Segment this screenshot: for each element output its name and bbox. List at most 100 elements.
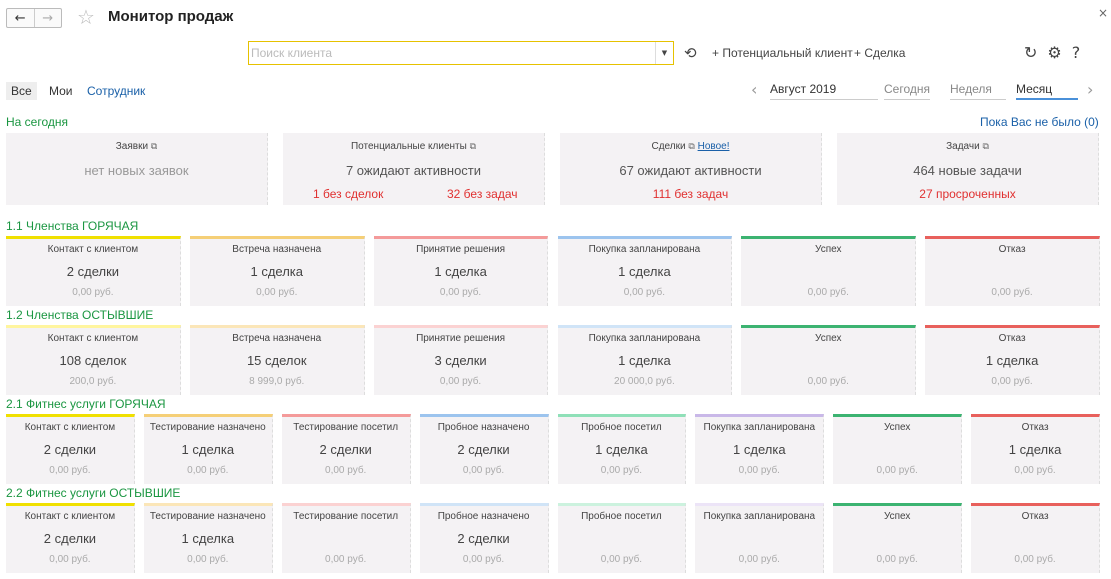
- stage-count: 2 сделки: [319, 442, 372, 457]
- open-icon[interactable]: ⧉: [688, 141, 694, 151]
- stage-sum: 0,00 руб.: [991, 376, 1033, 387]
- stage-count: 1 сделка: [618, 353, 671, 368]
- no-deals-link[interactable]: 1 без сделок: [313, 187, 383, 201]
- stage-name: Успех: [815, 244, 842, 255]
- gear-icon[interactable]: ⚙: [1047, 43, 1061, 62]
- favorite-star-icon[interactable]: ☆: [77, 5, 95, 29]
- stage-card[interactable]: Встреча назначена 15 сделок 8 999,0 руб.: [189, 325, 365, 395]
- open-icon[interactable]: ⧉: [982, 141, 988, 151]
- stage-count: 1 сделка: [733, 442, 786, 457]
- stage-card[interactable]: Успех 0,00 руб.: [833, 503, 963, 573]
- period-prev-icon[interactable]: ‹: [751, 80, 757, 99]
- nav-buttons: ← →: [6, 8, 62, 28]
- stage-count: 15 сделок: [246, 353, 307, 368]
- potential-clients-card[interactable]: Потенциальные клиенты ⧉ 7 ожидают активн…: [283, 133, 545, 205]
- stage-name: Тестирование посетил: [293, 422, 399, 433]
- overdue-link[interactable]: 27 просроченных: [837, 187, 1098, 201]
- stage-name: Успех: [883, 422, 911, 433]
- stage-card[interactable]: Покупка запланирована 1 сделка 0,00 руб.: [695, 414, 825, 484]
- stage-card[interactable]: Тестирование посетил 2 сделки 0,00 руб.: [281, 414, 411, 484]
- last-visit-link[interactable]: Пока Вас не было (0): [980, 115, 1099, 129]
- client-search: ▼: [248, 41, 674, 65]
- stage-card[interactable]: Успех 0,00 руб.: [833, 414, 963, 484]
- search-input[interactable]: [251, 44, 653, 62]
- stage-card[interactable]: Покупка запланирована 1 сделка 0,00 руб.: [557, 236, 733, 306]
- stage-sum: 0,00 руб.: [807, 376, 849, 387]
- stage-sum: 0,00 руб.: [600, 465, 643, 476]
- open-icon[interactable]: ⧉: [151, 141, 157, 151]
- deals-card[interactable]: Сделки ⧉ Новое! 67 ожидают активности 11…: [560, 133, 822, 205]
- period-today[interactable]: Сегодня: [884, 82, 930, 100]
- add-lead-link[interactable]: + Потенциальный клиент: [712, 46, 853, 60]
- filter-employee[interactable]: Сотрудник: [82, 82, 150, 100]
- stage-card[interactable]: Отказ 1 сделка 0,00 руб.: [925, 325, 1100, 395]
- stage-sum: 0,00 руб.: [325, 554, 367, 565]
- stage-name: Покупка запланирована: [703, 511, 816, 522]
- stage-sum: 0,00 руб.: [462, 554, 505, 565]
- stage-card[interactable]: Принятие решения 3 сделки 0,00 руб.: [373, 325, 549, 395]
- filter-all[interactable]: Все: [6, 82, 37, 100]
- card-title: Задачи: [946, 141, 980, 152]
- stage-sum: 0,00 руб.: [439, 376, 482, 387]
- refresh-icon[interactable]: ↻: [1024, 43, 1037, 62]
- close-icon[interactable]: ×: [1098, 6, 1108, 20]
- stage-sum: 20 000,0 руб.: [614, 376, 675, 387]
- stage-name: Принятие решения: [416, 333, 506, 344]
- toolbar-icons: ↻ ⚙ ?: [1024, 43, 1080, 62]
- card-title: Сделки: [651, 141, 686, 152]
- stage-sum: 0,00 руб.: [876, 554, 918, 565]
- stage-count: 2 сделки: [43, 442, 97, 457]
- card-value: 464 новые задачи: [913, 163, 1022, 178]
- stage-card[interactable]: Контакт с клиентом 108 сделок 200,0 руб.: [6, 325, 181, 395]
- leads-card[interactable]: Заявки ⧉ нет новых заявок: [6, 133, 268, 205]
- history-icon[interactable]: ⟲: [684, 44, 697, 62]
- stage-sum: 0,00 руб.: [462, 465, 505, 476]
- stage-card[interactable]: Отказ 0,00 руб.: [925, 236, 1100, 306]
- stage-count: 3 сделки: [434, 353, 487, 368]
- back-button[interactable]: ←: [7, 9, 34, 27]
- stage-count: 2 сделки: [457, 442, 510, 457]
- stage-card[interactable]: Покупка запланирована 0,00 руб.: [695, 503, 825, 573]
- no-tasks-link[interactable]: 32 без задач: [447, 187, 518, 201]
- add-deal-link[interactable]: + Сделка: [854, 46, 905, 60]
- stage-sum: 0,00 руб.: [876, 465, 918, 476]
- stage-card[interactable]: Отказ 0,00 руб.: [971, 503, 1100, 573]
- stage-sum: 0,00 руб.: [187, 465, 229, 476]
- period-month-field[interactable]: Август 2019: [770, 82, 878, 100]
- period-month[interactable]: Месяц: [1016, 82, 1078, 100]
- stage-card[interactable]: Пробное назначено 2 сделки 0,00 руб.: [419, 414, 549, 484]
- stage-sum: 200,0 руб.: [69, 376, 117, 387]
- stage-name: Контакт с клиентом: [24, 422, 116, 433]
- stage-card[interactable]: Пробное посетил 0,00 руб.: [557, 503, 687, 573]
- stage-card[interactable]: Контакт с клиентом 2 сделки 0,00 руб.: [6, 236, 181, 306]
- stage-sum: 8 999,0 руб.: [249, 376, 305, 387]
- stage-card[interactable]: Успех 0,00 руб.: [741, 236, 917, 306]
- period-week[interactable]: Неделя: [950, 82, 1006, 100]
- stage-count: 1 сделка: [181, 531, 235, 546]
- stage-card[interactable]: Пробное назначено 2 сделки 0,00 руб.: [419, 503, 549, 573]
- stage-card[interactable]: Встреча назначена 1 сделка 0,00 руб.: [189, 236, 365, 306]
- new-link[interactable]: Новое!: [698, 141, 730, 152]
- card-title: Потенциальные клиенты: [350, 141, 467, 152]
- stage-name: Тестирование посетил: [293, 511, 399, 522]
- stage-card[interactable]: Контакт с клиентом 2 сделки 0,00 руб.: [6, 503, 135, 573]
- stage-card[interactable]: Контакт с клиентом 2 сделки 0,00 руб.: [6, 414, 135, 484]
- open-icon[interactable]: ⧉: [470, 141, 476, 151]
- stage-name: Тестирование назначено: [149, 422, 266, 433]
- stage-card[interactable]: Пробное посетил 1 сделка 0,00 руб.: [557, 414, 687, 484]
- stage-sum: 0,00 руб.: [1014, 554, 1056, 565]
- period-next-icon[interactable]: ›: [1087, 80, 1093, 99]
- no-tasks-link[interactable]: 111 без задач: [560, 187, 821, 201]
- stage-card[interactable]: Тестирование посетил 0,00 руб.: [281, 503, 411, 573]
- stage-card[interactable]: Тестирование назначено 1 сделка 0,00 руб.: [143, 414, 273, 484]
- tasks-card[interactable]: Задачи ⧉ 464 новые задачи 27 просроченны…: [837, 133, 1099, 205]
- filter-mine[interactable]: Мои: [44, 82, 78, 100]
- stage-card[interactable]: Покупка запланирована 1 сделка 20 000,0 ру…: [557, 325, 733, 395]
- stage-card[interactable]: Успех 0,00 руб.: [741, 325, 917, 395]
- search-dropdown-button[interactable]: ▼: [655, 42, 673, 64]
- stage-card[interactable]: Принятие решения 1 сделка 0,00 руб.: [373, 236, 549, 306]
- forward-button[interactable]: →: [33, 9, 62, 27]
- help-icon[interactable]: ?: [1072, 43, 1081, 62]
- stage-card[interactable]: Отказ 1 сделка 0,00 руб.: [971, 414, 1100, 484]
- stage-card[interactable]: Тестирование назначено 1 сделка 0,00 руб.: [143, 503, 273, 573]
